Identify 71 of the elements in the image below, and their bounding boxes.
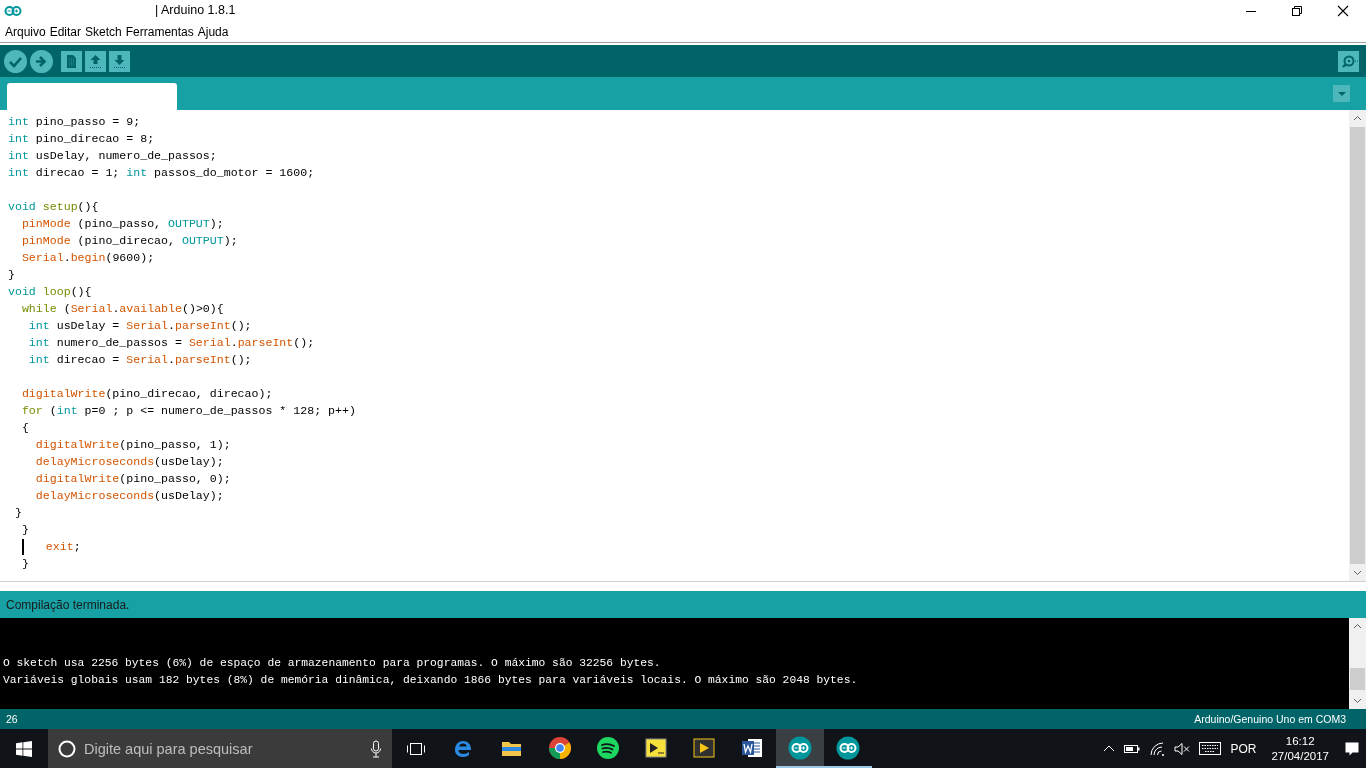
line-number: 26: [6, 713, 18, 725]
code-line: delayMicroseconds(usDelay);: [34, 488, 224, 504]
notification-icon[interactable]: [1344, 740, 1360, 757]
wifi-icon[interactable]: [1149, 741, 1166, 756]
code-line: exit;: [44, 539, 81, 555]
tab-menu-button[interactable]: [1333, 85, 1350, 102]
console-line: O sketch usa 2256 bytes (6%) de espaço de armazenamento para programas. O máximo são 32256 bytes.: [3, 656, 662, 671]
scrollbar-thumb[interactable]: [1350, 668, 1365, 690]
window-title: | Arduino 1.8.1: [155, 3, 236, 17]
verify-button[interactable]: [4, 49, 27, 73]
scrollbar[interactable]: [1349, 618, 1366, 709]
code-line: int pino_passo = 9;: [8, 114, 141, 130]
scrollbar[interactable]: [1349, 110, 1366, 581]
menu-item[interactable]: Editar: [48, 25, 85, 39]
code-line: int direcao = 1; int passos_do_motor = 1600;: [8, 165, 315, 181]
menu-item[interactable]: Ferramentas: [124, 25, 197, 39]
close-icon[interactable]: [1337, 5, 1349, 17]
code-line: pinMode (pino_passo, OUTPUT);: [20, 216, 224, 232]
menu-item[interactable]: Sketch: [84, 25, 125, 39]
code-line: digitalWrite(pino_passo, 0);: [34, 471, 231, 487]
board-port: Arduino/Genuino Uno em COM3: [1194, 713, 1346, 725]
microphone-icon[interactable]: [370, 739, 382, 758]
task-view-icon[interactable]: [406, 740, 426, 757]
menu-item[interactable]: Arquivo: [4, 25, 49, 39]
code-line: digitalWrite(pino_passo, 1);: [34, 437, 231, 453]
save-button[interactable]: [109, 50, 130, 72]
code-line: int usDelay, numero_de_passos;: [8, 148, 217, 164]
chrome-icon: [547, 734, 573, 761]
status-message: Compilação terminada.: [6, 597, 130, 612]
input-language[interactable]: POR: [1230, 741, 1257, 756]
upload-button[interactable]: [30, 49, 53, 73]
code-line: for (int p=0 ; p <= numero_de_passos * 128; p++): [20, 403, 356, 419]
open-button[interactable]: [85, 50, 106, 72]
code-line: }: [8, 267, 15, 283]
infinity-logo-icon: [787, 734, 813, 761]
new-button[interactable]: [61, 50, 82, 72]
code-line: }: [20, 556, 29, 572]
console-line: Variáveis globais usam 182 bytes (8%) de memória dinâmica, deixando 1866 bytes para variáveis locais. O máximo são 2048 bytes.: [3, 673, 859, 688]
code-line: pinMode (pino_direcao, OUTPUT);: [20, 233, 238, 249]
code-line: digitalWrite(pino_direcao, direcao);: [20, 386, 273, 402]
code-line: int numero_de_passos = Serial.parseInt();: [27, 335, 315, 351]
clock-time[interactable]: 16:12: [1285, 733, 1315, 749]
battery-icon[interactable]: [1124, 742, 1141, 755]
scrollbar-thumb[interactable]: [1350, 127, 1365, 564]
keyboard-icon[interactable]: [1199, 741, 1222, 756]
arduino-logo-icon: [4, 3, 22, 19]
menu-item[interactable]: Ajuda: [196, 25, 232, 39]
code-line: int pino_direcao = 8;: [8, 131, 155, 147]
search-field[interactable]: Digite aqui para pesquisar: [84, 740, 362, 757]
muted-speaker-icon[interactable]: [1174, 741, 1191, 756]
code-line: while (Serial.available()>0){: [20, 301, 224, 317]
code-line: }: [13, 505, 22, 521]
code-line: }: [20, 522, 29, 538]
cortana-icon: [58, 739, 76, 758]
clock-date[interactable]: 27/04/2017: [1271, 748, 1329, 764]
code-line: void loop(){: [8, 284, 92, 300]
serial-monitor-button[interactable]: [1338, 50, 1359, 72]
search-bar[interactable]: Digite aqui para pesquisar: [48, 729, 392, 768]
restore-icon[interactable]: [1291, 5, 1303, 17]
code-line: Serial.begin(9600);: [20, 250, 155, 266]
spotify-icon: [595, 734, 621, 761]
infinity-logo-icon: [835, 734, 861, 761]
caret-icon: [1337, 91, 1346, 96]
code-line: int usDelay = Serial.parseInt();: [27, 318, 252, 334]
text-cursor: [22, 538, 24, 555]
windows-logo-icon: [16, 740, 32, 757]
code-line: int direcao = Serial.parseInt();: [27, 352, 252, 368]
taskbar-app[interactable]: [776, 729, 824, 768]
code-line: {: [20, 420, 29, 436]
code-line: delayMicroseconds(usDelay);: [34, 454, 224, 470]
code-line: void setup(){: [8, 199, 99, 215]
